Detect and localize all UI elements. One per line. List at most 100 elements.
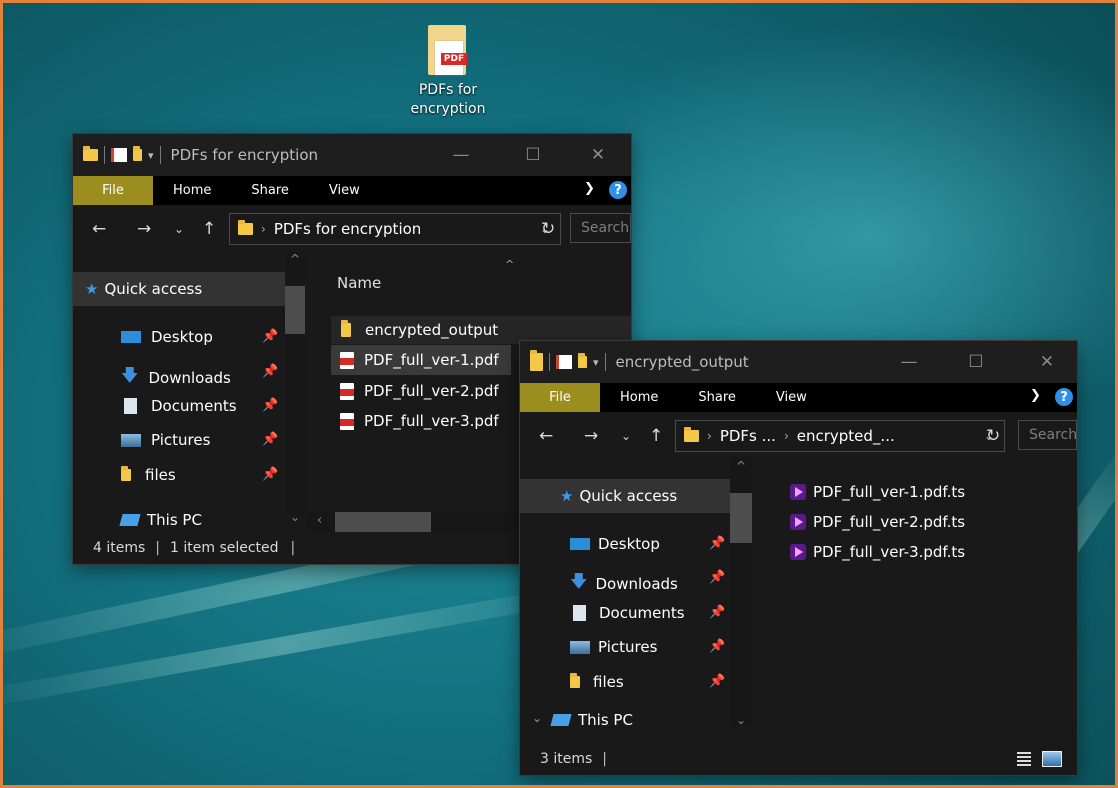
computer-icon (119, 514, 141, 526)
tab-view[interactable]: View (309, 183, 380, 198)
list-item[interactable]: PDF_full_ver-2.pdf.ts (790, 513, 965, 531)
address-row: ← → ⌄ ↑ › PDFs for encryption ⌄ ↻ Search (73, 205, 631, 252)
tab-home[interactable]: Home (153, 183, 231, 198)
scroll-up-icon[interactable]: ^ (290, 252, 300, 266)
nav-item-documents[interactable]: Documents (121, 397, 237, 415)
scrollbar-thumb[interactable] (730, 493, 752, 543)
refresh-icon[interactable]: ↻ (541, 219, 555, 239)
forward-arrow-icon[interactable]: → (584, 426, 598, 446)
nav-this-pc[interactable]: This PC (550, 711, 633, 729)
close-button[interactable]: ✕ (1024, 341, 1070, 383)
chevron-down-icon[interactable]: ❯ (584, 181, 595, 196)
scroll-left-icon[interactable]: ‹ (317, 513, 322, 528)
nav-item-files[interactable]: files (121, 466, 176, 484)
address-row: ← → ⌄ ↑ › PDFs ... › encrypted_... ⌄ ↻ S… (520, 412, 1077, 459)
nav-this-pc[interactable]: This PC (119, 511, 202, 529)
recent-chevron-icon[interactable]: ⌄ (174, 222, 184, 236)
nav-item-files[interactable]: files (570, 673, 624, 691)
tab-file[interactable]: File (73, 176, 153, 205)
nav-item-documents[interactable]: Documents (570, 604, 685, 622)
forward-arrow-icon[interactable]: → (137, 219, 151, 239)
pin-icon[interactable]: 📌 (262, 432, 278, 447)
help-icon[interactable]: ? (609, 181, 627, 199)
search-input[interactable]: Search (1018, 420, 1077, 450)
pin-icon[interactable]: 📌 (262, 364, 278, 379)
large-icons-view-icon[interactable] (1042, 751, 1062, 767)
scrollbar-thumb[interactable] (285, 286, 305, 334)
breadcrumb-separator-icon: › (707, 429, 712, 443)
nav-scrollbar[interactable]: ^ ⌄ (285, 252, 305, 524)
tab-home[interactable]: Home (600, 390, 678, 405)
pin-icon[interactable]: 📌 (262, 398, 278, 413)
recent-chevron-icon[interactable]: ⌄ (621, 429, 631, 443)
properties-icon[interactable] (556, 355, 572, 369)
breadcrumb-encrypted[interactable]: encrypted_... (797, 427, 895, 445)
list-item[interactable]: PDF_full_ver-3.pdf.ts (790, 543, 965, 561)
breadcrumb[interactable]: PDFs for encryption (274, 220, 421, 238)
nav-item-downloads[interactable]: 🡇 Downloads (121, 363, 231, 392)
nav-item-desktop[interactable]: Desktop (121, 328, 213, 346)
tab-view[interactable]: View (756, 390, 827, 405)
address-bar[interactable]: › PDFs for encryption ⌄ (229, 213, 561, 245)
close-button[interactable]: ✕ (575, 134, 621, 176)
scrollbar-thumb[interactable] (335, 512, 431, 532)
documents-icon (124, 398, 137, 414)
tab-file[interactable]: File (520, 383, 600, 412)
expand-chevron-icon[interactable]: ⌄ (532, 711, 542, 725)
nav-quick-access[interactable]: ★ Quick access (73, 272, 285, 306)
minimize-button[interactable]: — (438, 134, 484, 176)
scroll-down-icon[interactable]: ⌄ (290, 510, 300, 524)
nav-item-desktop[interactable]: Desktop (570, 535, 660, 553)
pin-icon[interactable]: 📌 (709, 605, 725, 620)
maximize-button[interactable]: ☐ (510, 134, 556, 176)
nav-scrollbar[interactable]: ^ ⌄ (730, 459, 752, 727)
scroll-down-icon[interactable]: ⌄ (736, 713, 746, 727)
window-title: PDFs for encryption (170, 146, 319, 164)
new-folder-icon[interactable] (133, 146, 142, 161)
minimize-button[interactable]: — (886, 341, 932, 383)
explorer-window-encrypted: ▾ encrypted_output — ☐ ✕ File Home Share… (520, 341, 1077, 775)
tab-share[interactable]: Share (678, 390, 756, 405)
list-item[interactable]: PDF_full_ver-3.pdf (331, 406, 499, 436)
up-arrow-icon[interactable]: ↑ (202, 219, 216, 239)
list-item[interactable]: PDF_full_ver-1.pdf (331, 345, 511, 375)
details-view-icon[interactable] (1017, 752, 1031, 766)
star-icon: ★ (85, 280, 99, 298)
item-count: 3 items (540, 751, 593, 767)
nav-item-pictures[interactable]: Pictures (570, 638, 657, 656)
pin-icon[interactable]: 📌 (709, 639, 725, 654)
nav-item-pictures[interactable]: Pictures (121, 431, 210, 449)
address-bar[interactable]: › PDFs ... › encrypted_... ⌄ (675, 420, 1005, 452)
nav-item-downloads[interactable]: 🡇 Downloads (570, 569, 678, 598)
navigation-pane: ★ Quick access Desktop 📌 🡇 Downloads 📌 D… (73, 252, 306, 532)
new-folder-icon[interactable] (578, 353, 587, 368)
help-icon[interactable]: ? (1055, 388, 1073, 406)
scroll-up-icon[interactable]: ^ (736, 459, 746, 473)
pin-icon[interactable]: 📌 (709, 674, 725, 689)
list-item[interactable]: encrypted_output (331, 316, 631, 344)
back-arrow-icon[interactable]: ← (539, 426, 553, 446)
list-item[interactable]: PDF_full_ver-1.pdf.ts (790, 483, 965, 501)
refresh-icon[interactable]: ↻ (986, 426, 1000, 446)
pin-icon[interactable]: 📌 (709, 570, 725, 585)
pdf-file-icon (340, 351, 354, 369)
desktop-folder-icon[interactable]: PDF PDFs for encryption (393, 21, 503, 119)
properties-icon[interactable] (111, 148, 127, 162)
pin-icon[interactable]: 📌 (709, 536, 725, 551)
desktop-icon (570, 538, 590, 550)
chevron-down-icon[interactable]: ❯ (1030, 388, 1041, 403)
qat-dropdown-icon[interactable]: ▾ (593, 356, 599, 369)
breadcrumb-pdfs[interactable]: PDFs ... (720, 427, 776, 445)
list-item[interactable]: PDF_full_ver-2.pdf (331, 376, 499, 406)
column-header-name[interactable]: Name (337, 274, 381, 292)
up-arrow-icon[interactable]: ↑ (649, 426, 663, 446)
nav-quick-access[interactable]: ★ Quick access (520, 479, 730, 513)
pin-icon[interactable]: 📌 (262, 467, 278, 482)
search-input[interactable]: Search (570, 213, 631, 243)
maximize-button[interactable]: ☐ (953, 341, 999, 383)
tab-share[interactable]: Share (231, 183, 309, 198)
qat-dropdown-icon[interactable]: ▾ (148, 149, 154, 162)
folder-icon (530, 350, 543, 371)
pin-icon[interactable]: 📌 (262, 329, 278, 344)
back-arrow-icon[interactable]: ← (92, 219, 106, 239)
